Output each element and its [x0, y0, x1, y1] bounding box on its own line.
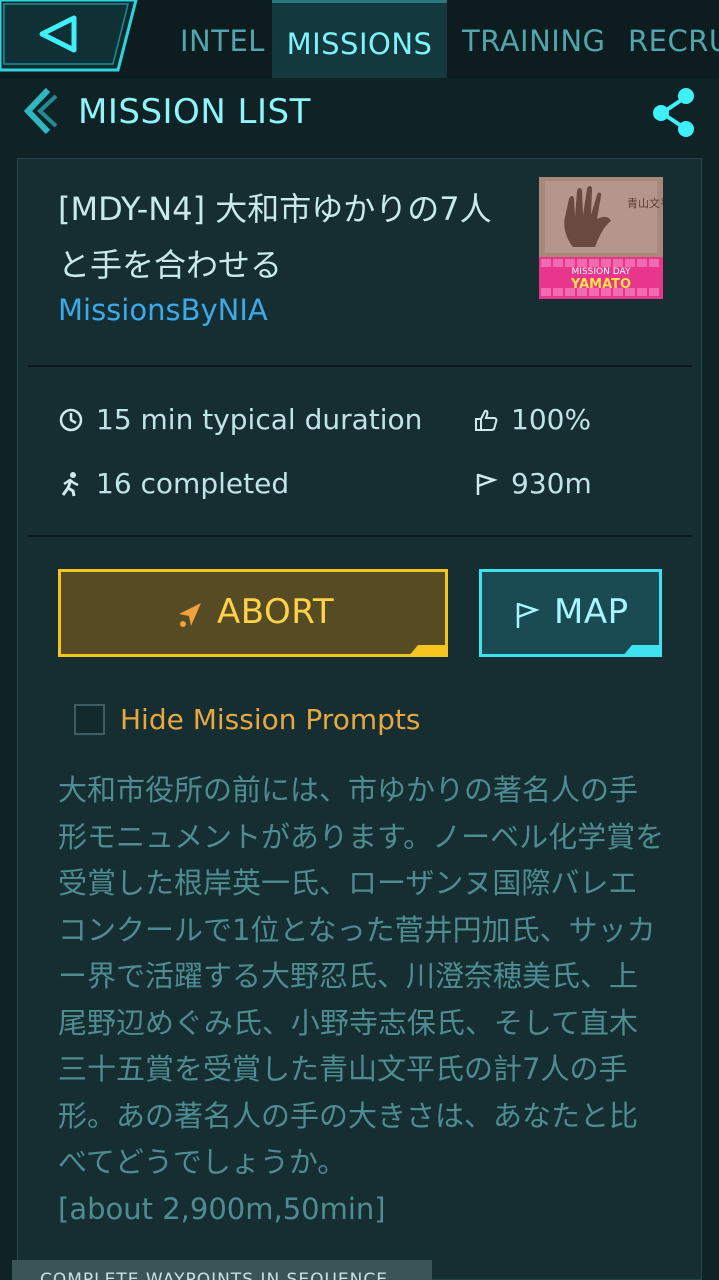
divider [28, 535, 692, 537]
duration-text: 15 min typical duration [96, 403, 423, 436]
thumbnail-label-top: MISSION DAY [572, 267, 631, 277]
map-label: MAP [554, 592, 629, 632]
hide-prompts-label[interactable]: Hide Mission Prompts [120, 703, 420, 736]
abort-arrow-icon [179, 603, 201, 627]
walker-icon [61, 472, 79, 497]
rating-text: 100% [511, 403, 592, 436]
description-text: 大和市役所の前には、市ゆかりの著名人の手形モニュメントがあります。ノーベル化学賞… [58, 773, 665, 1179]
tab-missions[interactable]: MISSIONS [272, 0, 447, 78]
mission-detail-screen: INTEL MISSIONS TRAINING RECRU MISSION LI… [0, 0, 719, 1280]
mission-thumbnail: 青山文平 MISSION DAY YAMATO [539, 177, 663, 299]
abort-label: ABORT [217, 592, 335, 632]
mission-list-back-button[interactable] [22, 86, 58, 136]
top-nav: INTEL MISSIONS TRAINING RECRU [0, 0, 719, 78]
tab-training[interactable]: TRAINING [462, 0, 606, 78]
chevron-left-icon [23, 87, 58, 135]
clock-icon [59, 408, 83, 432]
thumbs-up-icon [475, 409, 498, 431]
map-button[interactable]: MAP [479, 569, 662, 657]
abort-button[interactable]: ABORT [58, 569, 448, 657]
button-corner-accent [408, 645, 448, 657]
flag-icon [516, 602, 540, 628]
svg-text:青山文平: 青山文平 [627, 196, 663, 210]
distance-text: 930m [511, 467, 592, 500]
tab-intel[interactable]: INTEL [180, 0, 265, 78]
description-note: [about 2,900m,50min] [58, 1191, 386, 1226]
hide-prompts-checkbox[interactable] [74, 704, 105, 735]
back-arrow-icon [0, 0, 138, 72]
handprint-image: 青山文平 MISSION DAY YAMATO [539, 177, 663, 299]
waypoints-sequence-header: COMPLETE WAYPOINTS IN SEQUENCE [12, 1260, 432, 1280]
divider [28, 365, 692, 367]
page-title: MISSION LIST [78, 92, 311, 132]
button-corner-accent [622, 645, 662, 657]
mission-card: [MDY-N4] 大和市ゆかりの7人と手を合わせる MissionsByNIA … [17, 158, 702, 1280]
mission-description: 大和市役所の前には、市ゆかりの著名人の手形モニュメントがあります。ノーベル化学賞… [58, 767, 666, 1232]
thumbnail-label-bottom: YAMATO [570, 277, 631, 292]
share-button[interactable] [650, 86, 698, 138]
waypoints-sequence-label: COMPLETE WAYPOINTS IN SEQUENCE [40, 1270, 388, 1280]
tab-recruit[interactable]: RECRU [628, 0, 719, 78]
completed-text: 16 completed [96, 467, 290, 500]
share-icon [653, 88, 694, 137]
mission-author-link[interactable]: MissionsByNIA [58, 293, 268, 327]
back-button[interactable] [0, 0, 146, 78]
mission-list-header: MISSION LIST [0, 80, 719, 152]
mission-title: [MDY-N4] 大和市ゆかりの7人と手を合わせる [58, 190, 492, 284]
flag-icon [476, 473, 498, 495]
